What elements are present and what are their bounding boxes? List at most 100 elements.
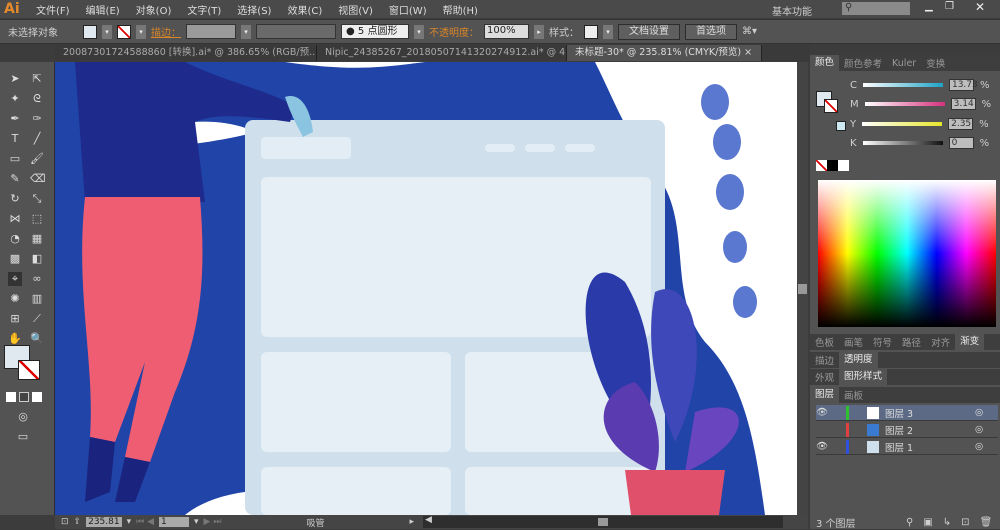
locate-object-icon[interactable]: ⚲ xyxy=(906,517,913,528)
eraser-icon[interactable]: ⌫ xyxy=(30,172,46,186)
brush-dropdown[interactable]: ▾ xyxy=(414,24,424,39)
new-sublayer-icon[interactable]: ↳ xyxy=(943,517,951,528)
tab-swatches[interactable]: 色板 xyxy=(810,335,839,349)
menu-help[interactable]: 帮助(H) xyxy=(435,2,486,17)
shape-builder-icon[interactable]: ◔ xyxy=(8,232,22,246)
menu-window[interactable]: 窗口(W) xyxy=(381,2,435,17)
style-swatch[interactable] xyxy=(584,24,598,39)
tab-transform[interactable]: 变换 xyxy=(921,56,950,70)
blend-icon[interactable]: ∞ xyxy=(30,272,44,286)
rotate-icon[interactable]: ↻ xyxy=(8,192,22,206)
tab-artboards[interactable]: 画板 xyxy=(839,388,868,402)
menu-file[interactable]: 文件(F) xyxy=(28,2,78,17)
color-spectrum[interactable] xyxy=(818,180,996,327)
lasso-icon[interactable]: ᘓ xyxy=(30,92,44,106)
stroke-color-icon[interactable] xyxy=(18,360,40,380)
status-menu-arrow[interactable]: ▸ xyxy=(409,517,414,527)
share-icon[interactable]: ⇪ xyxy=(74,517,82,527)
slice-tool-icon[interactable]: ⟋ xyxy=(30,312,44,326)
workspace-switcher[interactable]: 基本功能 xyxy=(772,3,812,18)
eyedropper-icon[interactable]: ⌖ xyxy=(8,272,22,286)
tab-brushes[interactable]: 画笔 xyxy=(839,335,868,349)
visibility-eye-icon[interactable]: 👁 xyxy=(816,441,832,452)
black-slider[interactable]: K 0% xyxy=(850,137,989,149)
style-dropdown[interactable]: ▾ xyxy=(603,24,613,39)
document-setup-button[interactable]: 文档设置 xyxy=(618,23,680,40)
hand-tool-icon[interactable]: ✋ xyxy=(8,332,22,346)
first-artboard-button[interactable]: ⏮ ◀ xyxy=(136,517,154,527)
target-icon[interactable]: ◎ xyxy=(975,441,983,452)
graph-tool-icon[interactable]: ▥ xyxy=(30,292,44,306)
layer-row[interactable]: 图层 2 ◎ xyxy=(816,422,998,438)
artboard-tool-icon[interactable]: ⊞ xyxy=(8,312,22,326)
yellow-slider[interactable]: Y 2.35% xyxy=(850,118,989,130)
artboard-canvas[interactable] xyxy=(55,62,797,515)
tab-align[interactable]: 对齐 xyxy=(926,335,955,349)
perspective-icon[interactable]: ▦ xyxy=(30,232,44,246)
paintbrush-icon[interactable]: 🖌 xyxy=(30,152,44,166)
fill-swatch[interactable] xyxy=(83,24,97,39)
menu-effect[interactable]: 效果(C) xyxy=(279,2,330,17)
menu-view[interactable]: 视图(V) xyxy=(330,2,381,17)
tab-kuler[interactable]: Kuler xyxy=(887,58,921,69)
zoom-field[interactable]: 235.81 xyxy=(86,517,122,527)
yellow-value[interactable]: 2.35 xyxy=(948,118,974,130)
free-transform-icon[interactable]: ⬚ xyxy=(30,212,44,226)
out-of-gamut-swatch[interactable] xyxy=(836,121,846,131)
type-tool-icon[interactable]: T xyxy=(8,132,22,146)
layer-name[interactable]: 图层 2 xyxy=(885,423,975,437)
stroke-swatch[interactable] xyxy=(117,24,131,39)
pencil-icon[interactable]: ✎ xyxy=(8,172,22,186)
close-tab-icon[interactable]: × xyxy=(744,47,752,58)
page-dropdown[interactable]: ▾ xyxy=(194,517,199,527)
zoom-dropdown[interactable]: ▾ xyxy=(127,517,132,527)
fill-dropdown[interactable]: ▾ xyxy=(102,24,112,39)
pen-tool-icon[interactable]: ✒ xyxy=(8,112,22,126)
gradient-icon[interactable]: ◧ xyxy=(30,252,44,266)
horizontal-scrollbar[interactable]: ◀ xyxy=(422,515,783,528)
quick-swatches[interactable] xyxy=(816,160,849,171)
symbol-sprayer-icon[interactable]: ✺ xyxy=(8,292,22,306)
arrange-icon[interactable]: ⌘▾ xyxy=(742,26,757,37)
tab-transparency[interactable]: 透明度 xyxy=(839,352,878,368)
selection-tool-icon[interactable]: ➤ xyxy=(8,72,22,86)
layer-name[interactable]: 图层 3 xyxy=(885,406,975,420)
stroke-swatch-panel[interactable] xyxy=(824,99,838,113)
scale-icon[interactable]: ⤡ xyxy=(30,192,44,206)
preferences-button[interactable]: 首选项 xyxy=(685,23,737,40)
layer-name[interactable]: 图层 1 xyxy=(885,440,975,454)
zoom-tool-icon[interactable]: 🔍 xyxy=(30,332,44,346)
variable-width-field[interactable] xyxy=(256,24,336,39)
menu-select[interactable]: 选择(S) xyxy=(229,2,279,17)
magic-wand-icon[interactable]: ✦ xyxy=(8,92,22,106)
stroke-dropdown[interactable]: ▾ xyxy=(136,24,146,39)
stroke-weight-field[interactable] xyxy=(186,24,236,39)
screen-mode-icon[interactable]: ▭ xyxy=(16,430,30,444)
rectangle-tool-icon[interactable]: ▭ xyxy=(8,152,22,166)
layer-row[interactable]: 👁 图层 1 ◎ xyxy=(816,439,998,455)
tab-layers[interactable]: 图层 xyxy=(810,387,840,403)
menu-type[interactable]: 文字(T) xyxy=(179,2,229,17)
search-input[interactable]: ⚲ xyxy=(842,2,910,15)
close-window-button[interactable]: ✕ xyxy=(975,0,985,14)
cyan-value[interactable]: 13.73 xyxy=(948,79,978,91)
tab-color[interactable]: 颜色 xyxy=(810,55,840,71)
page-field[interactable]: 1 xyxy=(159,517,190,527)
visibility-eye-icon[interactable]: 👁 xyxy=(816,407,832,418)
layer-row[interactable]: 👁 图层 3 ◎ xyxy=(816,405,998,421)
width-tool-icon[interactable]: ⋈ xyxy=(8,212,22,226)
target-icon[interactable]: ◎ xyxy=(975,424,983,435)
tab-appearance[interactable]: 外观 xyxy=(810,370,839,384)
next-artboard-button[interactable]: ▶ ⏭ xyxy=(204,517,222,527)
magenta-value[interactable]: 3.14 xyxy=(950,98,976,110)
curvature-icon[interactable]: ✑ xyxy=(30,112,44,126)
opacity-field[interactable]: 100% xyxy=(484,24,529,39)
magenta-slider[interactable]: M 3.14% xyxy=(850,98,991,110)
tab-stroke[interactable]: 描边 xyxy=(810,353,839,367)
color-mode-buttons[interactable] xyxy=(6,392,46,402)
opacity-dropdown[interactable]: ▸ xyxy=(534,24,544,39)
tab-color-guide[interactable]: 颜色参考 xyxy=(839,56,887,70)
brush-field[interactable]: ● 5 点圆形 xyxy=(341,24,409,39)
direct-selection-tool-icon[interactable]: ⇱ xyxy=(30,72,44,86)
cyan-slider[interactable]: C 13.73% xyxy=(850,79,990,91)
